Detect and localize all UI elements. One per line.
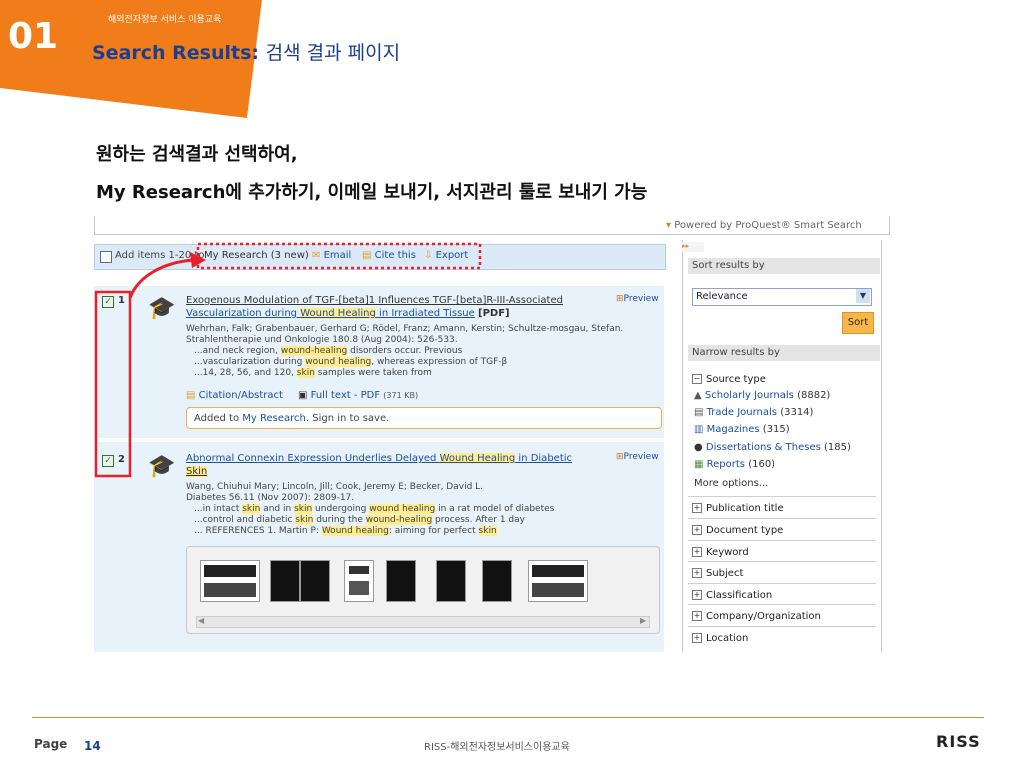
red-arrow-line (128, 258, 195, 299)
search-results-screenshot: ▾ Powered by ProQuest® Smart Search Add … (94, 216, 890, 652)
footer-divider (32, 717, 984, 718)
page-number: 14 (84, 739, 101, 753)
slide-number: 01 (8, 16, 59, 57)
body-line-1: 원하는 검색결과 선택하여, (96, 144, 298, 165)
body-line-2: My Research에 추가하기, 이메일 보내기, 서지관리 툴로 보내기 … (96, 182, 648, 203)
header-caption: 해외전자정보 서비스 이용교육 (108, 15, 222, 25)
page-title: Search Results: 검색 결과 페이지 (92, 38, 400, 65)
checkbox-highlight-box (94, 290, 132, 478)
riss-logo: RISS (936, 732, 981, 751)
footer-text: RISS-해외전자정보서비스이용교육 (424, 742, 570, 753)
page-title-en: Search Results: (92, 42, 260, 64)
annotation-overlay (94, 242, 482, 478)
page-label: Page (34, 737, 68, 751)
page-title-ko: 검색 결과 페이지 (265, 42, 401, 64)
toolbar-highlight-box (196, 242, 482, 270)
